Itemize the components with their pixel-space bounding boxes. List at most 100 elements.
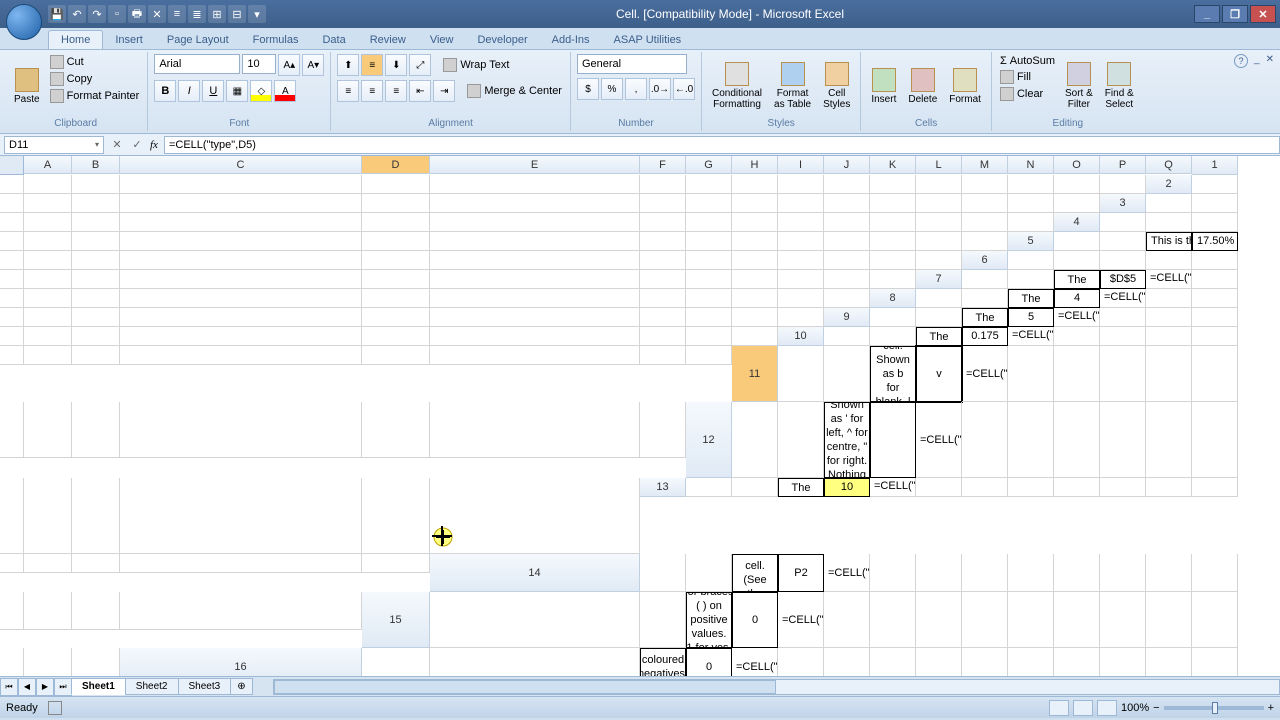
cell-I12[interactable] xyxy=(1100,402,1146,478)
cell-N12[interactable] xyxy=(72,478,120,554)
cell-B1[interactable] xyxy=(24,175,72,194)
cell-O14[interactable] xyxy=(24,592,72,630)
orientation-button[interactable]: ⤢ xyxy=(409,54,431,76)
cell-I8[interactable] xyxy=(24,308,72,327)
cell-H5[interactable] xyxy=(120,251,362,270)
cell-G10[interactable] xyxy=(1100,327,1146,346)
cell-F16[interactable] xyxy=(778,648,824,676)
qat-item[interactable]: ⊟ xyxy=(228,5,246,23)
cell-G16[interactable] xyxy=(824,648,870,676)
cell-G8[interactable] xyxy=(1192,289,1238,308)
cell-P14[interactable] xyxy=(72,592,120,630)
cell-E12[interactable]: =CELL("prefix",d5) xyxy=(916,402,962,478)
cell-M8[interactable] xyxy=(430,308,640,327)
cell-O12[interactable] xyxy=(120,478,362,554)
delete-cells-button[interactable]: Delete xyxy=(904,54,941,118)
cell-J12[interactable] xyxy=(1146,402,1192,478)
increase-decimal-button[interactable]: .0→ xyxy=(649,78,671,100)
cell-L12[interactable] xyxy=(0,478,24,554)
cell-A5[interactable] xyxy=(1054,232,1100,251)
percent-button[interactable]: % xyxy=(601,78,623,100)
cell-B8[interactable] xyxy=(962,289,1008,308)
cell-M10[interactable] xyxy=(120,346,362,365)
page-layout-view-button[interactable] xyxy=(1073,700,1093,716)
tab-data[interactable]: Data xyxy=(310,31,357,49)
cell-G4[interactable] xyxy=(120,232,362,251)
column-header-I[interactable]: I xyxy=(778,156,824,174)
cell-E11[interactable]: =CELL("type",d5) xyxy=(962,346,1008,402)
cell-M16[interactable] xyxy=(1100,648,1146,676)
cell-Q15[interactable] xyxy=(72,648,120,676)
currency-button[interactable]: $ xyxy=(577,78,599,100)
cell-C6[interactable] xyxy=(1100,251,1146,270)
fx-icon[interactable]: fx xyxy=(150,139,158,151)
cell-K1[interactable] xyxy=(824,175,870,194)
insert-cells-button[interactable]: Insert xyxy=(867,54,900,118)
tab-formulas[interactable]: Formulas xyxy=(241,31,311,49)
cell-Q3[interactable] xyxy=(1008,213,1054,232)
cell-L3[interactable] xyxy=(778,213,824,232)
sheet-tab-2[interactable]: Sheet2 xyxy=(125,678,179,695)
cell-E3[interactable] xyxy=(72,213,120,232)
cell-C15[interactable]: Formatted for braces ( ) on positive val… xyxy=(686,592,732,648)
cell-I1[interactable] xyxy=(732,175,778,194)
conditional-formatting-button[interactable]: Conditional Formatting xyxy=(708,54,766,118)
cell-I6[interactable] xyxy=(120,270,362,289)
cell-H15[interactable] xyxy=(916,592,962,648)
column-header-F[interactable]: F xyxy=(640,156,686,174)
cell-Q8[interactable] xyxy=(778,308,824,327)
cell-D7[interactable]: $D$5 xyxy=(1100,270,1146,289)
cell-H13[interactable] xyxy=(1008,478,1054,497)
font-size-combo[interactable]: 10 xyxy=(242,54,276,74)
column-header-N[interactable]: N xyxy=(1008,156,1054,174)
cell-N10[interactable] xyxy=(362,346,430,365)
cell-A13[interactable] xyxy=(686,478,732,497)
row-header-1[interactable]: 1 xyxy=(1192,156,1238,175)
cell-C4[interactable] xyxy=(1192,213,1238,232)
cell-A16[interactable] xyxy=(362,648,430,676)
cell-L13[interactable] xyxy=(1192,478,1238,497)
cell-B2[interactable] xyxy=(0,194,24,213)
cell-J16[interactable] xyxy=(962,648,1008,676)
cell-H10[interactable] xyxy=(1146,327,1192,346)
first-sheet-button[interactable]: ⏮ xyxy=(0,678,18,696)
cell-G9[interactable] xyxy=(1146,308,1192,327)
cell-J15[interactable] xyxy=(1008,592,1054,648)
cell-B3[interactable] xyxy=(1192,194,1238,213)
cell-G7[interactable] xyxy=(0,289,24,308)
cell-E1[interactable] xyxy=(362,175,430,194)
cell-D11[interactable]: v xyxy=(916,346,962,402)
font-name-combo[interactable]: Arial xyxy=(154,54,240,74)
cell-H16[interactable] xyxy=(870,648,916,676)
cell-G11[interactable] xyxy=(1054,346,1100,402)
cell-M15[interactable] xyxy=(1146,592,1192,648)
cell-P5[interactable] xyxy=(870,251,916,270)
copy-button[interactable]: Copy xyxy=(48,71,142,87)
column-header-A[interactable]: A xyxy=(24,156,72,174)
tab-insert[interactable]: Insert xyxy=(103,31,155,49)
cell-L5[interactable] xyxy=(686,251,732,270)
column-header-D[interactable]: D xyxy=(362,156,430,174)
cell-B12[interactable] xyxy=(778,402,824,478)
column-header-P[interactable]: P xyxy=(1100,156,1146,174)
cell-L9[interactable] xyxy=(120,327,362,346)
cell-A9[interactable] xyxy=(870,308,916,327)
cell-Q6[interactable] xyxy=(870,270,916,289)
cell-A10[interactable] xyxy=(824,327,870,346)
cell-B5[interactable] xyxy=(1100,232,1146,251)
cell-B14[interactable] xyxy=(686,554,732,592)
cell-N11[interactable] xyxy=(120,402,362,458)
cell-J1[interactable] xyxy=(778,175,824,194)
cell-C5[interactable]: This is the cell and contents to test. xyxy=(1146,232,1192,251)
tab-addins[interactable]: Add-Ins xyxy=(540,31,602,49)
zoom-in-button[interactable]: + xyxy=(1268,702,1274,714)
shrink-font-button[interactable]: A▾ xyxy=(302,54,324,76)
cell-N3[interactable] xyxy=(870,213,916,232)
cell-J3[interactable] xyxy=(686,213,732,232)
cell-O13[interactable] xyxy=(72,554,120,573)
cell-P4[interactable] xyxy=(916,232,962,251)
cell-K16[interactable] xyxy=(1008,648,1054,676)
cell-H4[interactable] xyxy=(362,232,430,251)
cell-N15[interactable] xyxy=(1192,592,1238,648)
cell-F15[interactable] xyxy=(824,592,870,648)
